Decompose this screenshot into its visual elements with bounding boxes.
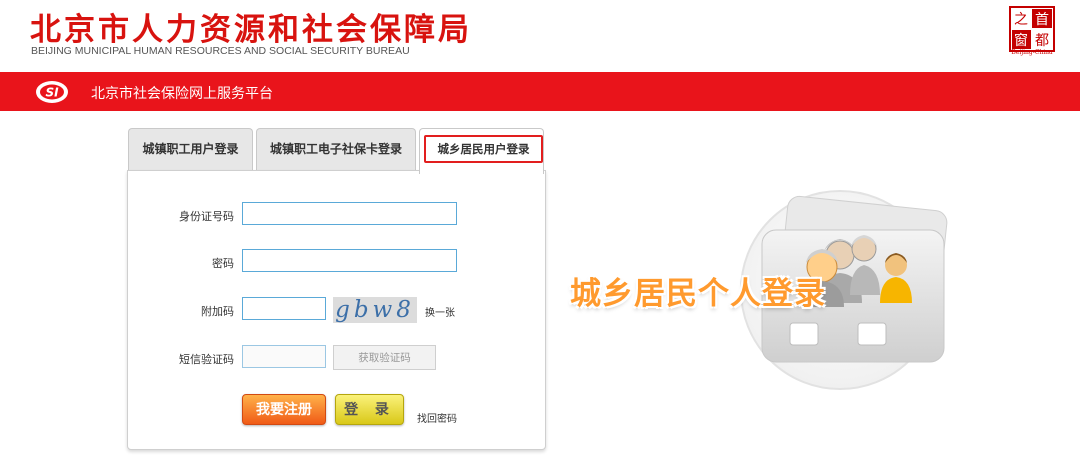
password-input[interactable] bbox=[242, 249, 457, 272]
hero-title: 城乡居民个人登录 bbox=[570, 276, 826, 312]
captcha-label: 附加码 bbox=[201, 305, 234, 318]
login-button[interactable]: 登 录 bbox=[335, 394, 404, 425]
tab-urban-employee-ecard-login[interactable]: 城镇职工电子社保卡登录 bbox=[256, 128, 416, 170]
captcha-input[interactable] bbox=[242, 297, 326, 320]
platform-name: 北京市社会保险网上服务平台 bbox=[91, 86, 273, 102]
forgot-password-link[interactable]: 找回密码 bbox=[417, 410, 457, 425]
seal-char-4: 窗 bbox=[1014, 32, 1028, 49]
id-number-label: 身份证号码 bbox=[179, 210, 234, 223]
tab-active-label: 城乡居民用户登录 bbox=[424, 135, 543, 163]
seal-char-1: 首 bbox=[1035, 12, 1049, 28]
social-insurance-logo-icon: SI bbox=[36, 81, 68, 103]
org-subtitle: BEIJING MUNICIPAL HUMAN RESOURCES AND SO… bbox=[31, 45, 410, 57]
sms-code-input[interactable] bbox=[242, 345, 326, 368]
refresh-captcha-link[interactable]: 换一张 bbox=[425, 304, 455, 319]
tab-urban-rural-resident-login[interactable]: 城乡居民用户登录 bbox=[419, 128, 544, 174]
captcha-image[interactable]: gbw8 bbox=[333, 297, 417, 323]
seal-char-3: 之 bbox=[1014, 12, 1028, 28]
tab-urban-employee-login[interactable]: 城镇职工用户登录 bbox=[128, 128, 253, 170]
seal-caption: Beijing-China bbox=[1011, 49, 1053, 56]
svg-text:SI: SI bbox=[45, 86, 59, 100]
get-sms-code-button[interactable]: 获取验证码 bbox=[333, 345, 436, 370]
register-button[interactable]: 我要注册 bbox=[242, 394, 326, 425]
password-label: 密码 bbox=[212, 257, 234, 270]
seal-char-2: 都 bbox=[1035, 33, 1049, 49]
org-title: 北京市人力资源和社会保障局 bbox=[30, 12, 472, 48]
id-number-input[interactable] bbox=[242, 202, 457, 225]
sms-code-label: 短信验证码 bbox=[179, 353, 234, 366]
header: 北京市人力资源和社会保障局 BEIJING MUNICIPAL HUMAN RE… bbox=[0, 0, 1080, 72]
